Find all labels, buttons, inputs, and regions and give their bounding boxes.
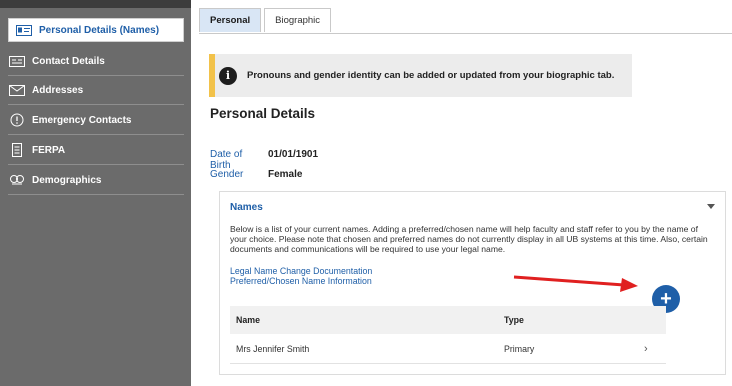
- document-icon: [8, 143, 26, 157]
- type-cell: Primary: [504, 343, 535, 354]
- sidebar-divider: [8, 194, 184, 195]
- sidebar-divider: [8, 75, 184, 76]
- sidebar-item-personal-details[interactable]: Personal Details (Names): [8, 18, 184, 42]
- preferred-name-info-link[interactable]: Preferred/Chosen Name Information: [230, 276, 372, 286]
- sidebar-divider: [8, 104, 184, 105]
- tab-personal[interactable]: Personal: [199, 8, 262, 32]
- sidebar-item-label: Addresses: [32, 84, 84, 96]
- gender-label: Gender: [210, 169, 244, 180]
- table-header: Name Type: [230, 306, 666, 334]
- sidebar-divider: [8, 164, 184, 165]
- contact-card-icon: [8, 54, 26, 68]
- gender-row: Gender Female: [210, 169, 302, 180]
- id-card-icon: [15, 23, 33, 37]
- names-title[interactable]: Names: [230, 202, 263, 213]
- people-icon: [8, 173, 26, 187]
- tab-divider: [199, 33, 732, 34]
- sidebar-item-demographics[interactable]: Demographics: [8, 172, 184, 188]
- legal-name-change-link[interactable]: Legal Name Change Documentation: [230, 266, 372, 276]
- envelope-icon: [8, 83, 26, 97]
- name-cell: Mrs Jennifer Smith: [236, 343, 310, 354]
- info-icon: i: [219, 66, 237, 85]
- tab-biographic[interactable]: Biographic: [264, 8, 332, 32]
- names-card: Names Below is a list of your current na…: [219, 191, 726, 375]
- sidebar-item-addresses[interactable]: Addresses: [8, 82, 184, 98]
- red-arrow-icon: [513, 275, 638, 292]
- names-description: Below is a list of your current names. A…: [230, 224, 708, 254]
- tab-bar: Personal Biographic: [199, 8, 334, 34]
- names-table: Name Type Mrs Jennifer Smith Primary ›: [230, 306, 666, 364]
- dob-value: 01/01/1901: [268, 149, 319, 160]
- sidebar-item-label: Emergency Contacts: [32, 114, 132, 126]
- sidebar-item-emergency-contacts[interactable]: Emergency Contacts: [8, 112, 184, 128]
- sidebar-item-label: FERPA: [32, 144, 66, 156]
- sidebar-item-label: Personal Details (Names): [39, 24, 160, 36]
- dob-row: Date of Birth 01/01/1901: [210, 149, 318, 171]
- sidebar-item-label: Contact Details: [32, 55, 105, 67]
- gender-value: Female: [268, 169, 303, 180]
- sidebar-item-ferpa[interactable]: FERPA: [8, 142, 184, 158]
- alert-text: Pronouns and gender identity can be adde…: [247, 70, 615, 81]
- sidebar: Personal Details (Names) Contact Details…: [0, 0, 191, 386]
- alert-circle-icon: [8, 113, 26, 127]
- chevron-right-icon[interactable]: ›: [644, 343, 666, 355]
- collapse-caret-icon[interactable]: [707, 204, 715, 209]
- column-header-name: Name: [236, 315, 260, 325]
- dob-label: Date of Birth: [210, 149, 243, 171]
- column-header-type: Type: [504, 315, 524, 325]
- sidebar-item-label: Demographics: [32, 174, 102, 186]
- sidebar-item-contact-details[interactable]: Contact Details: [8, 53, 184, 69]
- page-title: Personal Details: [210, 106, 316, 121]
- sidebar-divider: [8, 134, 184, 135]
- info-alert: i Pronouns and gender identity can be ad…: [209, 54, 632, 97]
- table-row[interactable]: Mrs Jennifer Smith Primary ›: [230, 334, 666, 364]
- sidebar-top-bar: [0, 0, 191, 8]
